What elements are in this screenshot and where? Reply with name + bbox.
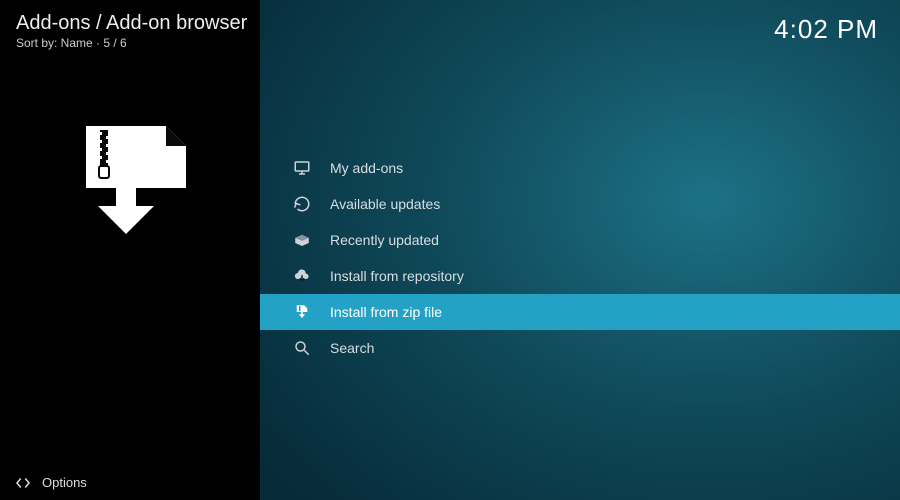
menu-item-recently-updated[interactable]: Recently updated (260, 222, 900, 258)
menu-list: My add-ons Available updates Recently up… (260, 150, 900, 366)
sort-indicator: Sort by: Name · 5 / 6 (16, 36, 127, 50)
zip-download-icon (76, 118, 196, 238)
options-button[interactable]: Options (14, 475, 87, 490)
menu-item-available-updates[interactable]: Available updates (260, 186, 900, 222)
menu-item-label: Install from repository (330, 268, 464, 284)
menu-item-label: Available updates (330, 196, 440, 212)
search-icon (292, 338, 312, 358)
menu-item-my-addons[interactable]: My add-ons (260, 150, 900, 186)
menu-item-install-repository[interactable]: Install from repository (260, 258, 900, 294)
menu-item-label: Recently updated (330, 232, 439, 248)
refresh-icon (292, 194, 312, 214)
menu-item-label: Search (330, 340, 374, 356)
options-label: Options (42, 475, 87, 490)
monitor-icon (292, 158, 312, 178)
menu-item-label: My add-ons (330, 160, 403, 176)
options-arrows-icon (14, 476, 32, 490)
menu-item-search[interactable]: Search (260, 330, 900, 366)
zip-file-icon (292, 302, 312, 322)
cloud-download-icon (292, 266, 312, 286)
menu-item-label: Install from zip file (330, 304, 442, 320)
menu-item-install-zip[interactable]: Install from zip file (260, 294, 900, 330)
clock: 4:02 PM (774, 14, 878, 45)
open-box-icon (292, 230, 312, 250)
breadcrumb: Add-ons / Add-on browser (16, 12, 247, 35)
sidebar-background (0, 0, 260, 500)
